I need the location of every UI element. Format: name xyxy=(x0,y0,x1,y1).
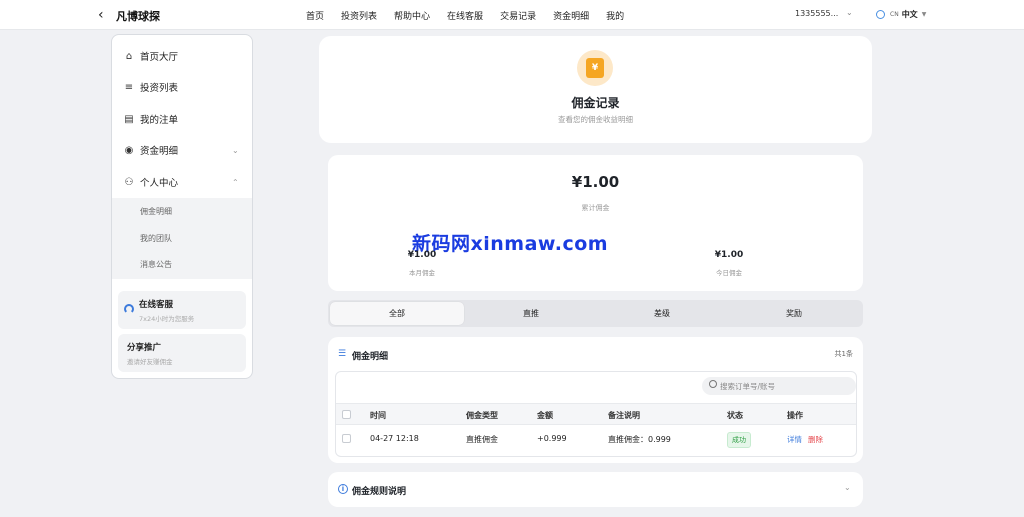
search-input[interactable] xyxy=(720,377,852,395)
page-title-card: ¥ 佣金记录 查看您的佣金收益明细 xyxy=(319,36,872,143)
page-title: 佣金记录 xyxy=(571,96,620,110)
tab-level-diff[interactable]: 差级 xyxy=(595,302,729,325)
table-row: 04-27 12:18 直推佣金 +0.999 直推佣金：0.999 成功 详情… xyxy=(336,427,856,451)
sidebar-item-home[interactable]: ⌂ 首页大厅 xyxy=(112,46,252,66)
coin-icon: ◉ xyxy=(124,144,134,156)
cell-time: 04-27 12:18 xyxy=(370,434,419,443)
sidebar-item-label: 投资列表 xyxy=(140,83,179,94)
column-header: 佣金类型 xyxy=(466,411,498,420)
share-title: 分享推广 xyxy=(127,343,162,353)
month-commission-label: 本月佣金 xyxy=(409,269,435,277)
detail-title: 佣金明细 xyxy=(352,352,389,362)
sidebar-item-invest-list[interactable]: ≡ 投资列表 xyxy=(112,77,252,97)
chevron-down-icon[interactable]: ⌄ xyxy=(844,483,851,492)
search-icon xyxy=(709,380,717,388)
column-header: 时间 xyxy=(370,411,386,420)
language-switcher[interactable]: CN 中文 ▼ xyxy=(876,9,926,20)
info-icon: i xyxy=(338,484,348,494)
cell-note: 直推佣金：0.999 xyxy=(608,435,671,444)
share-card[interactable]: 分享推广 邀请好友赚佣金 xyxy=(118,334,246,372)
sidebar-item-personal-center[interactable]: ⚇ 个人中心 ⌃ xyxy=(112,172,252,192)
column-header: 状态 xyxy=(727,411,743,420)
today-commission-label: 今日佣金 xyxy=(716,269,742,277)
table-header: 时间 佣金类型 金额 备注说明 状态 操作 xyxy=(336,403,856,425)
submenu-team[interactable]: 我的团队 xyxy=(140,233,172,244)
nav-invest-list[interactable]: 投资列表 xyxy=(341,9,377,22)
sidebar-item-label: 首页大厅 xyxy=(140,52,179,63)
record-count: 共1条 xyxy=(834,350,853,358)
headset-icon xyxy=(124,304,134,314)
account-menu[interactable]: 1335555... xyxy=(795,9,838,18)
column-header: 备注说明 xyxy=(608,411,640,420)
nav-home[interactable]: 首页 xyxy=(306,9,324,22)
user-icon: ⚇ xyxy=(124,176,134,188)
column-header: 操作 xyxy=(787,411,803,420)
cell-amount: +0.999 xyxy=(537,434,567,443)
rules-title: 佣金规则说明 xyxy=(352,487,407,497)
detail-table-box: 时间 佣金类型 金额 备注说明 状态 操作 04-27 12:18 直推佣金 +… xyxy=(335,371,857,457)
nav-support[interactable]: 在线客服 xyxy=(447,9,483,22)
share-subtitle: 邀请好友赚佣金 xyxy=(127,358,173,366)
submenu-notices[interactable]: 消息公告 xyxy=(140,259,172,270)
chevron-left-icon[interactable]: ‹ xyxy=(98,7,104,23)
caret-down-icon: ▼ xyxy=(921,11,927,18)
submenu-commission[interactable]: 佣金明细 xyxy=(140,206,172,217)
row-checkbox[interactable] xyxy=(342,434,351,443)
chevron-up-icon: ⌃ xyxy=(232,177,239,187)
brand-title: 凡博球探 xyxy=(116,10,160,23)
today-commission-value: ¥1.00 xyxy=(714,250,744,260)
cell-type: 直推佣金 xyxy=(466,435,498,444)
nav-trade-records[interactable]: 交易记录 xyxy=(500,9,536,22)
commission-detail-card: ☰ 佣金明细 共1条 时间 佣金类型 金额 备注说明 状态 操作 04-27 1… xyxy=(328,337,863,463)
top-header: ‹ 凡博球探 首页 投资列表 帮助中心 在线客服 交易记录 资金明细 我的 13… xyxy=(0,0,1024,30)
list-icon: ≡ xyxy=(124,81,134,93)
support-card[interactable]: 在线客服 7x24小时为您服务 xyxy=(118,291,246,329)
sidebar: ⌂ 首页大厅 ≡ 投资列表 ▤ 我的注单 ◉ 资金明细 ⌄ ⚇ 个人中心 ⌃ 佣… xyxy=(111,34,253,379)
support-title: 在线客服 xyxy=(139,300,174,310)
lang-label: 中文 xyxy=(901,10,918,19)
sidebar-item-label: 资金明细 xyxy=(140,146,179,157)
nav-help[interactable]: 帮助中心 xyxy=(394,9,430,22)
sidebar-item-label: 个人中心 xyxy=(140,178,179,189)
column-header: 金额 xyxy=(537,411,553,420)
home-icon: ⌂ xyxy=(125,50,133,62)
nav-funds[interactable]: 资金明细 xyxy=(553,9,589,22)
commission-stats: ¥1.00 累计佣金 新码网xinmaw.com ¥1.00 本月佣金 ¥1.0… xyxy=(328,155,863,291)
top-nav: 首页 投资列表 帮助中心 在线客服 交易记录 资金明细 我的 xyxy=(306,9,641,22)
select-all-checkbox[interactable] xyxy=(342,410,351,419)
tab-direct[interactable]: 直推 xyxy=(464,302,598,325)
list-icon: ☰ xyxy=(338,349,347,359)
chevron-down-icon[interactable]: ⌄ xyxy=(846,8,853,17)
month-commission-value: ¥1.00 xyxy=(407,250,437,260)
status-badge: 成功 xyxy=(727,432,751,448)
page-subtitle: 查看您的佣金收益明细 xyxy=(558,115,633,124)
commission-rules-card[interactable]: i 佣金规则说明 ⌄ xyxy=(328,472,863,507)
nav-mine[interactable]: 我的 xyxy=(606,9,624,22)
globe-icon xyxy=(876,10,885,19)
document-icon: ▤ xyxy=(124,113,134,125)
sidebar-item-my-bets[interactable]: ▤ 我的注单 xyxy=(112,109,252,129)
tab-reward[interactable]: 奖励 xyxy=(727,302,861,325)
tab-all[interactable]: 全部 xyxy=(330,302,464,325)
lang-code: CN xyxy=(890,11,899,18)
personal-center-submenu: 佣金明细 我的团队 消息公告 xyxy=(112,198,252,279)
yen-envelope-icon: ¥ xyxy=(577,50,613,86)
delete-link[interactable]: 删除 xyxy=(808,434,823,445)
chevron-down-icon: ⌄ xyxy=(232,145,239,155)
detail-link[interactable]: 详情 xyxy=(787,434,802,445)
sidebar-item-funds[interactable]: ◉ 资金明细 ⌄ xyxy=(112,140,252,160)
sidebar-item-label: 我的注单 xyxy=(140,115,179,126)
support-subtitle: 7x24小时为您服务 xyxy=(139,315,195,323)
total-commission-value: ¥1.00 xyxy=(571,173,620,191)
total-commission-label: 累计佣金 xyxy=(581,204,610,212)
commission-tabs: 全部 直推 差级 奖励 xyxy=(328,300,863,327)
